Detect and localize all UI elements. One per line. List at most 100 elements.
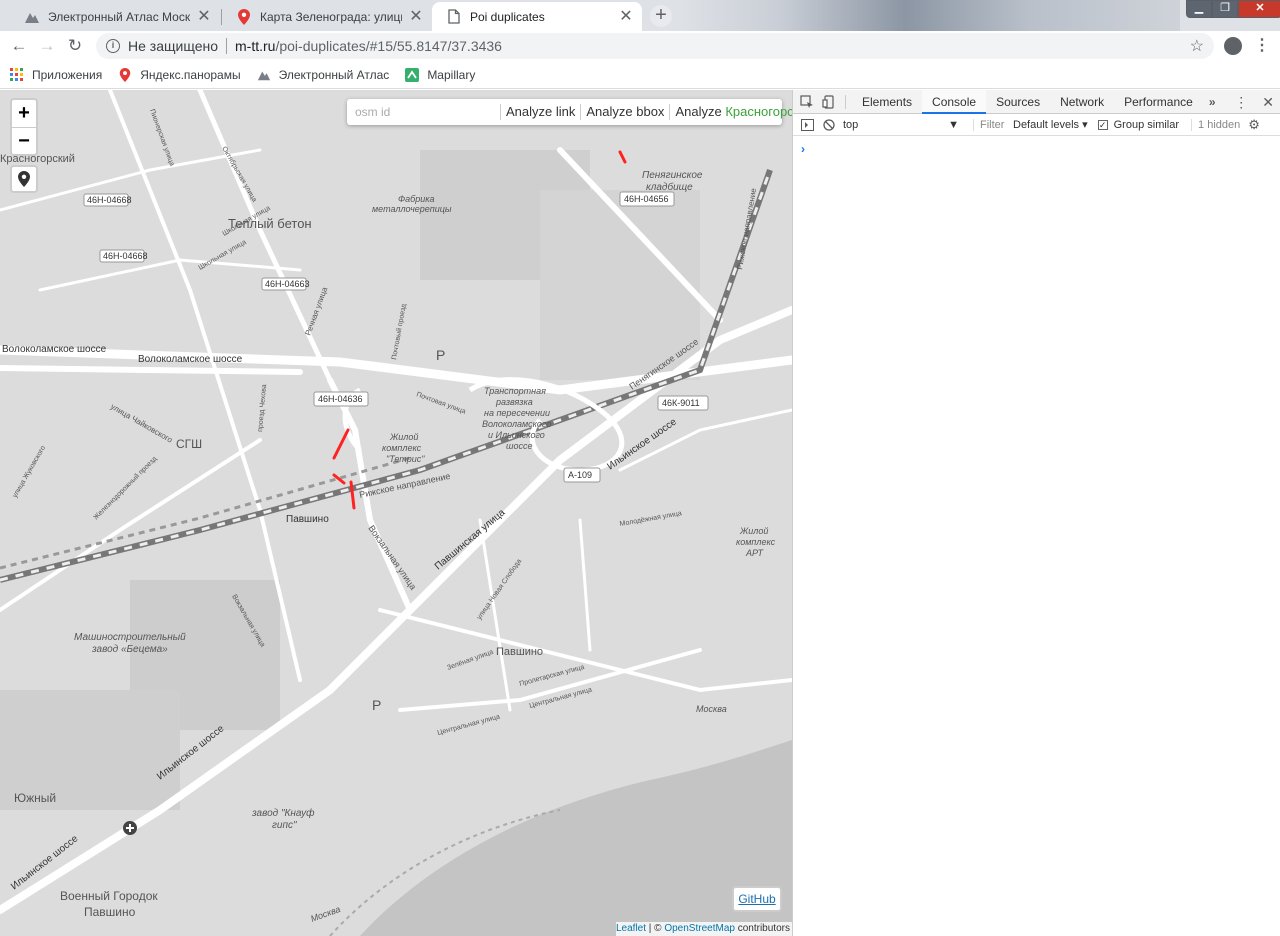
analyze-toolbar: Analyze link Analyze bbox Analyze Красно… — [347, 99, 792, 125]
tab-label: Карта Зеленограда: улицы, дом — [260, 9, 402, 24]
devtools-tab-sources[interactable]: Sources — [986, 90, 1050, 114]
reload-button[interactable]: ↻ — [64, 35, 86, 57]
clear-console-icon[interactable] — [821, 117, 837, 133]
device-toolbar-icon[interactable] — [821, 94, 837, 110]
analyze-bbox-button[interactable]: Analyze bbox — [580, 104, 669, 120]
analyze-city-button[interactable]: Analyze Красногорск — [669, 104, 792, 120]
forward-button[interactable]: → — [36, 35, 58, 57]
tab-atlas[interactable]: Электронный Атлас Москвы ✕ — [10, 2, 220, 31]
map-parking-icon: P — [372, 697, 381, 713]
profile-avatar-icon[interactable] — [1224, 37, 1242, 55]
devtools-tab-elements[interactable]: Elements — [852, 90, 922, 114]
close-icon[interactable]: ✕ — [196, 8, 212, 25]
inspect-element-icon[interactable] — [799, 94, 815, 110]
dropdown-arrow-icon: ▼ — [948, 118, 959, 131]
bookmark-apps[interactable]: Приложения — [10, 67, 103, 82]
map-label-transport5: и Ильинского — [488, 430, 545, 440]
divider — [226, 38, 227, 54]
yandex-pin-icon — [119, 67, 131, 82]
map-label-fabrika2: металлочерепицы — [372, 204, 452, 214]
close-devtools-icon[interactable]: ✕ — [1262, 94, 1274, 111]
chrome-menu-icon[interactable]: ⋮ — [1254, 36, 1270, 56]
map-label-zhiloy-art2: комплекс — [736, 537, 776, 547]
devtools-tab-network[interactable]: Network — [1050, 90, 1114, 114]
attribution-separator: | © — [646, 923, 665, 934]
bookmark-label: Mapillary — [427, 67, 476, 82]
devtools-tab-console[interactable]: Console — [922, 89, 987, 114]
url-path: /poi-duplicates/#15/55.8147/37.3436 — [275, 38, 502, 54]
more-tabs-icon[interactable]: » — [1203, 95, 1222, 109]
map-tiles[interactable]: 46Н-04656 46Н-04668 46Н-04668 46Н-04663 … — [0, 90, 792, 936]
close-icon[interactable]: ✕ — [408, 8, 424, 25]
log-levels-label: Default levels — [1013, 119, 1080, 131]
apps-grid-icon — [10, 67, 23, 81]
tab-label: Электронный Атлас Москвы — [48, 9, 190, 24]
devtools-panel: Elements Console Sources Network Perform… — [792, 89, 1280, 936]
minimize-button[interactable]: ▁ — [1186, 0, 1212, 18]
bookmark-atlas[interactable]: Электронный Атлас — [257, 67, 390, 82]
address-bar[interactable]: i Не защищено m-tt.ru /poi-duplicates/#1… — [96, 33, 1214, 59]
osm-link[interactable]: OpenStreetMap — [664, 923, 735, 934]
window-background — [680, 0, 1180, 31]
bookmark-star-icon[interactable]: ☆ — [1190, 36, 1204, 56]
bookmark-yandex-panoramas[interactable]: Яндекс.панорамы — [118, 67, 241, 82]
console-filter-input[interactable]: Filter — [973, 118, 1007, 131]
group-similar-label: Group similar — [1113, 118, 1180, 131]
map-view[interactable]: 46Н-04656 46Н-04668 46Н-04668 46Н-04663 … — [0, 90, 792, 936]
bookmark-label: Электронный Атлас — [278, 67, 390, 82]
tab-label: Poi duplicates — [470, 9, 545, 24]
attribution-suffix: contributors — [734, 923, 790, 934]
show-sidebar-icon[interactable] — [799, 117, 815, 133]
map-label-transport3: на пересечении — [484, 408, 550, 418]
road-shield-s4: 46Н-04663 — [265, 279, 310, 289]
leaflet-link[interactable]: Leaflet — [616, 923, 646, 934]
osm-id-input[interactable] — [355, 101, 500, 123]
new-tab-button[interactable]: + — [650, 5, 672, 27]
close-icon[interactable]: ✕ — [618, 8, 634, 25]
info-icon[interactable]: i — [106, 39, 120, 53]
context-selector[interactable]: top ▼ — [843, 119, 963, 131]
map-pin-icon — [236, 8, 252, 25]
zoom-in-button[interactable]: + — [12, 100, 36, 127]
map-label-moskva: Москва — [696, 704, 727, 714]
location-pin-icon — [18, 171, 30, 187]
devtools-tab-performance[interactable]: Performance — [1114, 90, 1203, 114]
security-label: Не защищено — [128, 38, 218, 54]
log-levels-dropdown[interactable]: Default levels ▾ — [1013, 118, 1088, 131]
road-shield-s5: 46Н-04636 — [318, 394, 363, 404]
github-link[interactable]: GitHub — [732, 886, 782, 912]
bookmarks-bar: Приложения Яндекс.панорамы Электронный А… — [0, 61, 1280, 89]
window-close-button[interactable]: ✕ — [1238, 0, 1280, 18]
bookmark-label: Приложения — [32, 67, 103, 82]
map-parking-icon: P — [436, 347, 445, 363]
mapillary-icon — [405, 67, 420, 82]
road-shield-s2: 46Н-04668 — [87, 195, 132, 205]
tab-strip: Электронный Атлас Москвы ✕ Карта Зеленог… — [0, 0, 1280, 31]
locate-button[interactable] — [10, 165, 38, 193]
bookmark-label: Яндекс.панорамы — [140, 67, 241, 82]
gear-icon[interactable]: ⚙ — [1248, 117, 1260, 133]
map-label-transport6: шоссе — [506, 441, 532, 451]
devtools-window-controls: ⋮ ✕ — [1220, 90, 1274, 114]
checkbox-checked-icon: ✓ — [1097, 119, 1108, 130]
road-shield-s1: 46Н-04656 — [624, 194, 669, 204]
map-label-transport4: Волоколамского — [482, 419, 551, 429]
zoom-control: + − — [10, 98, 38, 156]
analyze-city-name: Красногорск — [725, 104, 792, 119]
map-label-zhiloy3: "Тетрис" — [386, 454, 425, 464]
console-prompt[interactable]: › — [801, 142, 805, 156]
analyze-link-button[interactable]: Analyze link — [500, 104, 580, 120]
group-similar-checkbox[interactable]: ✓ Group similar — [1097, 118, 1180, 131]
maximize-button[interactable]: ❐ — [1212, 0, 1238, 18]
bookmark-mapillary[interactable]: Mapillary — [405, 67, 476, 82]
map-label-zhiloy-art3: АРТ — [745, 548, 765, 558]
map-label-mashzavod: Машиностроительный — [74, 632, 186, 643]
map-label-transport2: развязка — [495, 397, 533, 407]
map-label-kladbishe: Пенягинское — [642, 170, 703, 181]
zoom-out-button[interactable]: − — [12, 127, 36, 154]
map-label-voenny2: Павшино — [84, 905, 136, 919]
tab-zelenograd[interactable]: Карта Зеленограда: улицы, дом ✕ — [222, 2, 432, 31]
back-button[interactable]: ← — [8, 35, 30, 57]
kebab-menu-icon[interactable]: ⋮ — [1234, 94, 1248, 111]
tab-poi-duplicates[interactable]: Poi duplicates ✕ — [432, 2, 642, 31]
